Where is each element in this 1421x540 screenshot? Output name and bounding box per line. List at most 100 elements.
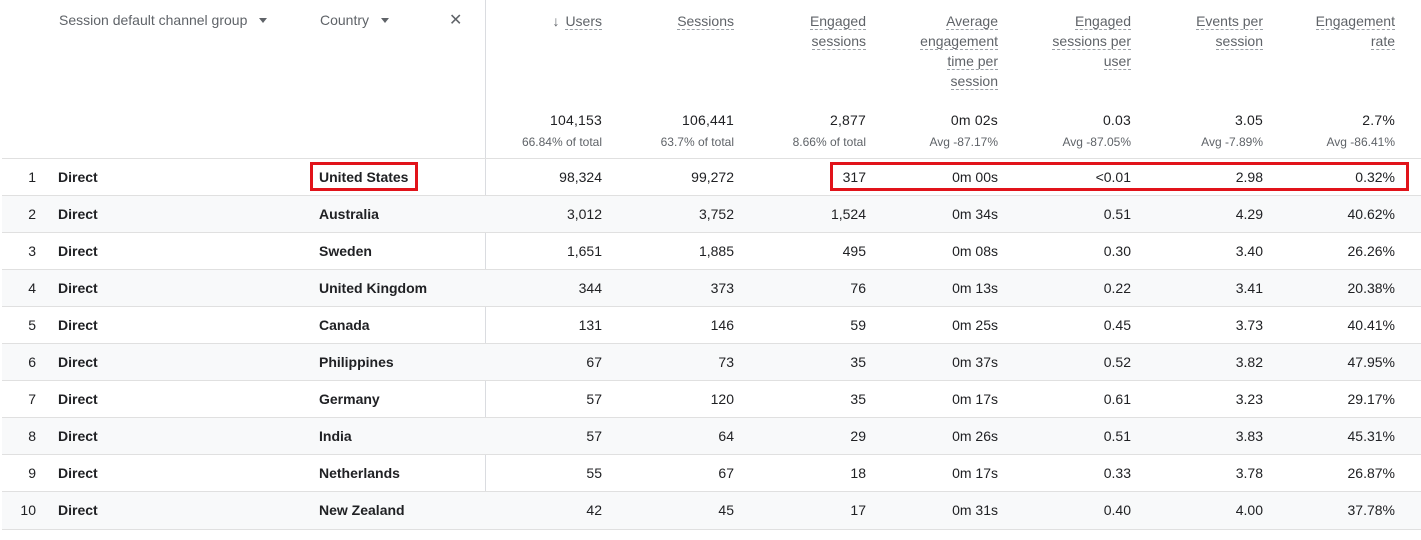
country-cell: India — [319, 428, 352, 444]
dimension-header-country[interactable]: Country — [320, 12, 390, 28]
metric-cell: 4.29 — [1235, 206, 1263, 222]
metric-cell: 0.33 — [1103, 465, 1131, 481]
metric-cell: 0m 00s — [952, 169, 998, 185]
metric-header-label: user — [1103, 53, 1131, 70]
caret-down-icon[interactable] — [381, 17, 390, 23]
close-icon[interactable]: ✕ — [449, 10, 462, 30]
metric-total-subtext: Avg -87.17% — [929, 135, 999, 149]
metric-cell: 0.32% — [1355, 169, 1395, 185]
row-index: 7 — [28, 391, 36, 407]
metric-header-label: Engaged — [1074, 13, 1131, 30]
metric-cell: 76 — [850, 280, 866, 296]
metric-cell: 0.22 — [1103, 280, 1131, 296]
metric-cell: 3,752 — [698, 206, 734, 222]
row-index: 8 — [28, 428, 36, 444]
metric-cell: 67 — [586, 354, 602, 370]
row-index: 10 — [20, 502, 36, 518]
metric-cell: 3,012 — [566, 206, 602, 222]
metric-header-label: Average — [946, 13, 998, 30]
metric-cell: 0m 34s — [952, 206, 998, 222]
metric-header-label: Users — [565, 13, 602, 30]
arrow-down-icon[interactable]: ↓ — [552, 11, 559, 31]
metric-cell: 45 — [718, 502, 734, 518]
metric-total-subtext: Avg -7.89% — [1201, 135, 1263, 149]
metric-cell: 40.62% — [1347, 206, 1395, 222]
metric-cell: 35 — [850, 354, 866, 370]
metric-header[interactable]: ↓ Users — [482, 11, 602, 31]
table-row[interactable]: 3 Direct Sweden 1,651 1,885 495 0m 08s 0.30 3.40… — [2, 232, 1421, 270]
table-header: Session default channel group Country ✕ … — [0, 0, 1421, 158]
channel-cell: Direct — [58, 243, 98, 259]
table-row[interactable]: 8 Direct India 57 64 29 0m 26s 0.51 3.83 45.31% — [2, 417, 1421, 455]
metric-cell: 55 — [586, 465, 602, 481]
country-cell: United States — [319, 169, 409, 185]
table-row[interactable]: 2 Direct Australia 3,012 3,752 1,524 0m 34s 0.5… — [2, 195, 1421, 233]
metric-header[interactable]: Engaged sessions — [746, 11, 866, 51]
metric-cell: 26.87% — [1347, 465, 1395, 481]
metric-cell: 344 — [578, 280, 602, 296]
metric-cell: 47.95% — [1347, 354, 1395, 370]
metric-cell: 40.41% — [1347, 317, 1395, 333]
table-row[interactable]: 4 Direct United Kingdom 344 373 76 0m 13s 0.22 3… — [2, 269, 1421, 307]
channel-cell: Direct — [58, 428, 98, 444]
table-row[interactable]: 9 Direct Netherlands 55 67 18 0m 17s 0.33 3.78 26… — [2, 454, 1421, 492]
table-row[interactable]: 10 Direct New Zealand 42 45 17 0m 31s 0.40 4.00 3… — [2, 491, 1421, 530]
metric-header-label: sessions — [811, 33, 866, 50]
country-cell: Netherlands — [319, 465, 400, 481]
metric-header[interactable]: Engaged sessions per user — [1011, 11, 1131, 71]
metric-cell: 37.78% — [1347, 502, 1395, 518]
country-cell: United Kingdom — [319, 280, 428, 296]
table-row[interactable]: 1 Direct United States 98,324 99,272 317 0m 00… — [2, 158, 1421, 196]
metric-cell: 0.40 — [1103, 502, 1131, 518]
metric-header[interactable]: Events per session — [1143, 11, 1263, 51]
metric-cell: 3.23 — [1235, 391, 1263, 407]
row-index: 5 — [28, 317, 36, 333]
metric-cell: 495 — [842, 243, 866, 259]
metric-cell: 20.38% — [1347, 280, 1395, 296]
metric-header[interactable]: Sessions — [614, 11, 734, 31]
metric-cell: 26.26% — [1347, 243, 1395, 259]
dimension-header-channel-group[interactable]: Session default channel group — [59, 12, 268, 28]
metric-total-subtext: 63.7% of total — [660, 135, 734, 149]
metric-cell: 3.40 — [1235, 243, 1263, 259]
caret-down-icon[interactable] — [259, 17, 268, 23]
metric-cell: 120 — [710, 391, 734, 407]
country-cell: Sweden — [319, 243, 372, 259]
metric-total-subtext: 8.66% of total — [792, 135, 866, 149]
table-row[interactable]: 7 Direct Germany 57 120 35 0m 17s 0.61 3.23 29.17… — [2, 380, 1421, 418]
metric-cell: 0.30 — [1103, 243, 1131, 259]
metric-cell: 3.83 — [1235, 428, 1263, 444]
metric-cell: 57 — [586, 391, 602, 407]
metric-cell: 0.52 — [1103, 354, 1131, 370]
metric-header[interactable]: Engagement rate — [1275, 11, 1395, 51]
metric-header-label: rate — [1370, 33, 1395, 50]
metric-cell: 3.82 — [1235, 354, 1263, 370]
metric-cell: 0m 17s — [952, 465, 998, 481]
metric-cell: 42 — [586, 502, 602, 518]
metric-cell: 0.61 — [1103, 391, 1131, 407]
row-index: 4 — [28, 280, 36, 296]
metric-total: 3.05 — [1234, 112, 1263, 128]
country-cell: Canada — [319, 317, 370, 333]
channel-cell: Direct — [58, 391, 98, 407]
metric-cell: 1,524 — [830, 206, 866, 222]
table-row[interactable]: 6 Direct Philippines 67 73 35 0m 37s 0.52 3.82 47… — [2, 343, 1421, 381]
metric-header[interactable]: Average engagement time per session — [878, 11, 998, 91]
metric-cell: 146 — [710, 317, 734, 333]
dimension-label: Session default channel group — [59, 12, 248, 28]
metric-cell: 1,651 — [566, 243, 602, 259]
metric-cell: 131 — [578, 317, 602, 333]
metric-cell: 0m 25s — [952, 317, 998, 333]
metric-header-label: Engagement — [1315, 13, 1395, 30]
metric-cell: 0m 31s — [952, 502, 998, 518]
metric-cell: 35 — [850, 391, 866, 407]
dimension-label: Country — [320, 12, 370, 28]
metric-cell: 3.78 — [1235, 465, 1263, 481]
metric-total-subtext: 66.84% of total — [521, 135, 602, 149]
metric-total: 2.7% — [1362, 112, 1395, 128]
row-index: 6 — [28, 354, 36, 370]
table-row[interactable]: 5 Direct Canada 131 146 59 0m 25s 0.45 3.73 40.41… — [2, 306, 1421, 344]
country-cell: Australia — [319, 206, 379, 222]
metric-cell: 64 — [718, 428, 734, 444]
metric-header-label: engagement — [920, 33, 998, 50]
